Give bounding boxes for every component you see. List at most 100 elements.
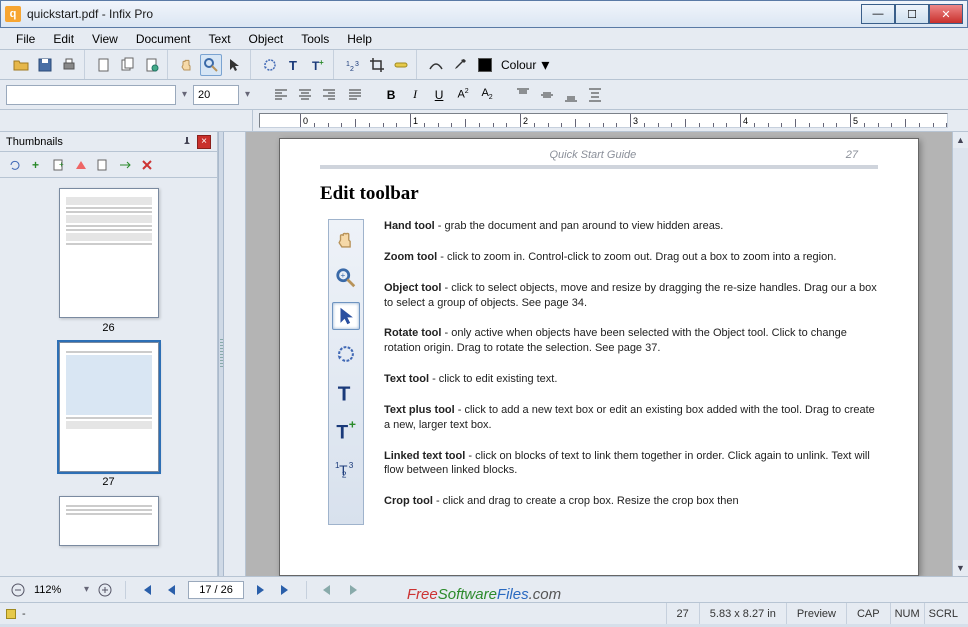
text-plus-tool-button[interactable]: T+ — [307, 54, 329, 76]
vertical-scrollbar[interactable]: ▲ ▼ — [952, 132, 968, 576]
zoom-out-button[interactable] — [8, 580, 28, 600]
crop-tool-button[interactable] — [366, 54, 388, 76]
maximize-button[interactable]: ☐ — [895, 4, 929, 24]
print-button[interactable] — [58, 54, 80, 76]
svg-text:T: T — [336, 422, 348, 441]
align-right-button[interactable] — [318, 84, 340, 106]
valign-top-button[interactable] — [512, 84, 534, 106]
status-scrl: SCRL — [924, 603, 962, 624]
thumbnail-item[interactable]: 27 — [59, 342, 159, 488]
back-button[interactable] — [317, 580, 337, 600]
font-size-selector[interactable] — [193, 85, 239, 105]
align-justify-all-button[interactable] — [344, 84, 366, 106]
panel-splitter[interactable] — [218, 132, 224, 576]
forward-button[interactable] — [343, 580, 363, 600]
thumb-delete-button[interactable] — [138, 156, 156, 174]
doc-arrow-icon — [332, 302, 360, 330]
hand-tool-button[interactable] — [176, 54, 198, 76]
text-tool-button[interactable]: T — [283, 54, 305, 76]
valign-middle-button[interactable] — [536, 84, 558, 106]
pipette-tool-button[interactable] — [449, 54, 471, 76]
scroll-down-icon[interactable]: ▼ — [953, 560, 968, 576]
menu-text[interactable]: Text — [201, 30, 239, 48]
thumb-add-button[interactable]: + — [28, 156, 46, 174]
menu-file[interactable]: File — [8, 30, 43, 48]
page-indicator[interactable]: 17 / 26 — [188, 581, 244, 599]
document-viewport[interactable]: Quick Start Guide 27 Edit toolbar + T T+… — [246, 132, 952, 576]
doc-hand-icon — [332, 226, 360, 254]
underline-button[interactable]: U — [428, 84, 450, 106]
svg-text:T: T — [339, 463, 348, 478]
font-selector[interactable] — [6, 85, 176, 105]
next-page-button[interactable] — [250, 580, 270, 600]
last-page-button[interactable] — [276, 580, 296, 600]
minimize-button[interactable]: — — [861, 4, 895, 24]
menu-edit[interactable]: Edit — [45, 30, 82, 48]
svg-text:+: + — [32, 158, 39, 172]
subscript-button[interactable]: A2 — [476, 84, 498, 106]
valign-justify-button[interactable] — [584, 84, 606, 106]
pin-icon[interactable] — [181, 136, 193, 148]
thumb-move-button[interactable] — [116, 156, 134, 174]
thumbnail-number: 27 — [59, 476, 159, 488]
status-num: NUM — [890, 603, 924, 624]
thumbnails-panel: Thumbnails × + + 26 27 — [0, 132, 218, 576]
first-page-button[interactable] — [136, 580, 156, 600]
menubar: File Edit View Document Text Object Tool… — [0, 28, 968, 50]
thumbnail-number: 26 — [59, 322, 159, 334]
italic-button[interactable]: I — [404, 84, 426, 106]
align-left-button[interactable] — [270, 84, 292, 106]
superscript-button[interactable]: A2 — [452, 84, 474, 106]
panel-close-button[interactable]: × — [197, 135, 211, 149]
prev-page-button[interactable] — [162, 580, 182, 600]
colour-dropdown[interactable]: ▾ — [538, 54, 552, 76]
format-toolbar: ▾ ▾ B I U A2 A2 — [0, 80, 968, 110]
menu-document[interactable]: Document — [128, 30, 199, 48]
page-heading: Edit toolbar — [320, 183, 918, 205]
object-tool-button[interactable] — [224, 54, 246, 76]
app-icon: q — [5, 6, 21, 22]
save-button[interactable] — [34, 54, 56, 76]
status-dash: - — [22, 608, 26, 620]
zoom-tool-button[interactable] — [200, 54, 222, 76]
zoom-in-button[interactable] — [95, 580, 115, 600]
svg-text:3: 3 — [355, 61, 359, 68]
thumb-rotate-button[interactable] — [6, 156, 24, 174]
vertical-ruler[interactable] — [224, 132, 246, 576]
status-page-count: 27 — [666, 603, 699, 624]
valign-bottom-button[interactable] — [560, 84, 582, 106]
close-button[interactable]: ✕ — [929, 4, 963, 24]
bold-button[interactable]: B — [380, 84, 402, 106]
link-tool-button[interactable] — [390, 54, 412, 76]
status-bar: - 27 5.83 x 8.27 in Preview CAP NUM SCRL — [0, 602, 968, 624]
menu-view[interactable]: View — [84, 30, 126, 48]
thumb-insert-button[interactable]: + — [50, 156, 68, 174]
thumb-extract-button[interactable] — [72, 156, 90, 174]
status-icon — [6, 609, 16, 619]
menu-help[interactable]: Help — [339, 30, 380, 48]
doc-descriptions: Hand tool - grab the document and pan ar… — [384, 219, 878, 525]
status-dimensions: 5.83 x 8.27 in — [699, 603, 786, 624]
thumb-replace-button[interactable] — [94, 156, 112, 174]
horizontal-ruler[interactable]: 0123456 — [259, 113, 948, 128]
colour-swatch-button[interactable] — [473, 54, 495, 76]
svg-text:+: + — [341, 271, 346, 280]
curve-tool-button[interactable] — [425, 54, 447, 76]
linked-text-tool-button[interactable]: 123 — [342, 54, 364, 76]
thumbnails-title: Thumbnails — [6, 136, 63, 148]
open-button[interactable] — [10, 54, 32, 76]
rotate-tool-button[interactable] — [259, 54, 281, 76]
svg-text:+: + — [59, 160, 64, 169]
menu-object[interactable]: Object — [241, 30, 292, 48]
thumbnail-item[interactable] — [59, 496, 159, 546]
status-cap: CAP — [846, 603, 890, 624]
thumbnail-item[interactable]: 26 — [59, 188, 159, 334]
page-setup-button[interactable] — [141, 54, 163, 76]
scroll-up-icon[interactable]: ▲ — [953, 132, 968, 148]
new-page-button[interactable] — [93, 54, 115, 76]
thumbnails-list[interactable]: 26 27 — [0, 178, 217, 576]
align-center-button[interactable] — [294, 84, 316, 106]
svg-text:3: 3 — [349, 461, 354, 470]
copy-page-button[interactable] — [117, 54, 139, 76]
menu-tools[interactable]: Tools — [293, 30, 337, 48]
